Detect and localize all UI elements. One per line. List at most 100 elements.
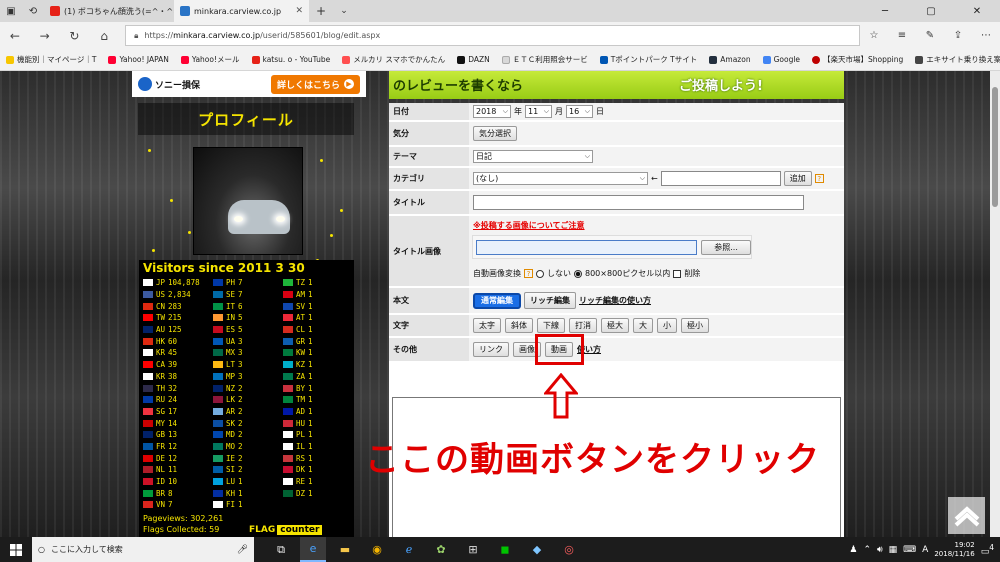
keyboard-icon[interactable]: ⌨ xyxy=(903,545,916,555)
tab-list-chevron-icon[interactable]: ⌄ xyxy=(333,0,355,22)
normal-edit-button[interactable]: 通常編集 xyxy=(473,292,521,309)
title-image-row: タイトル画像 ※投稿する画像についてご注意 参照... 自動画像変換 ? しない… xyxy=(389,216,844,287)
ie-icon[interactable]: ℯ xyxy=(396,537,422,562)
volume-icon[interactable]: 🔊︎ xyxy=(877,545,883,555)
browse-button[interactable]: 参照... xyxy=(701,239,751,255)
add-category-button[interactable]: 追加 xyxy=(783,171,812,186)
home-icon[interactable]: ⌂ xyxy=(89,29,119,43)
tab-youtube[interactable]: (1) ボコちゃん顔洗う(=^・^=)2 ✕ xyxy=(44,0,174,22)
rich-edit-help-link[interactable]: リッチ編集の使い方 xyxy=(579,295,651,306)
favorite-item[interactable]: エキサイト乗り換え案内 xyxy=(915,54,1000,65)
task-view-icon[interactable]: ⧉ xyxy=(268,537,294,562)
font-xlarge-button[interactable]: 極大 xyxy=(601,318,629,333)
visitor-counter[interactable]: Visitors since 2011 3 30 JP 104,878 US 2,83… xyxy=(139,260,354,537)
font-xsmall-button[interactable]: 極小 xyxy=(681,318,709,333)
country-code: AD xyxy=(296,406,306,416)
favorite-item[interactable]: Amazon xyxy=(709,55,751,64)
month-select[interactable]: 11 ⌵ xyxy=(525,105,552,118)
rakuten-icon xyxy=(812,55,821,64)
reading-list-icon[interactable]: ≡ xyxy=(888,30,916,41)
new-tab-button[interactable]: + xyxy=(309,0,333,22)
clock[interactable]: 19:02 2018/11/16 xyxy=(934,541,974,559)
favorite-item[interactable]: Yahoo!メール xyxy=(180,54,240,65)
ime-indicator[interactable]: A xyxy=(922,545,928,555)
close-tab-icon[interactable]: ✕ xyxy=(295,6,303,16)
flag-counter-logo[interactable]: FLAG counter xyxy=(247,523,323,537)
close-window-icon[interactable]: ✕ xyxy=(954,0,1000,22)
help-icon[interactable]: ? xyxy=(524,269,533,278)
page-scrollbar[interactable] xyxy=(990,71,1000,537)
favorite-item[interactable]: ＥＴＣ利用照会サービ xyxy=(501,54,588,65)
sony-ad[interactable]: ソニー損保 詳しくはこちら ▶ xyxy=(132,71,366,97)
italic-button[interactable]: 斜体 xyxy=(505,318,533,333)
refresh-icon[interactable]: ↻ xyxy=(60,29,90,43)
title-input[interactable] xyxy=(473,195,804,210)
category-select[interactable]: (なし) ⌵ xyxy=(473,172,648,185)
edge-icon[interactable]: e xyxy=(300,537,326,562)
more-icon[interactable]: ⋯ xyxy=(972,30,1000,41)
tab-actions-icon[interactable]: ▣ xyxy=(0,0,22,22)
share-icon[interactable]: ⇪ xyxy=(944,30,972,41)
app-icon[interactable]: ◆ xyxy=(524,537,550,562)
link-button[interactable]: リンク xyxy=(473,342,509,357)
chrome-icon[interactable]: ◉ xyxy=(364,537,390,562)
line-icon[interactable]: ◼ xyxy=(492,537,518,562)
radio-none[interactable] xyxy=(536,269,544,278)
underline-button[interactable]: 下線 xyxy=(537,318,565,333)
forward-icon[interactable]: → xyxy=(30,29,60,43)
people-icon[interactable]: ♟ xyxy=(849,545,857,555)
mood-select-button[interactable]: 気分選択 xyxy=(473,126,517,141)
favorite-item[interactable]: DAZN xyxy=(457,55,490,64)
favorite-item[interactable]: 【楽天市場】Shopping xyxy=(812,54,903,65)
favorites-icon[interactable]: ☆ xyxy=(860,30,888,41)
help-icon[interactable]: ? xyxy=(814,174,824,183)
ad-details-button[interactable]: 詳しくはこちら ▶ xyxy=(270,74,360,94)
maximize-icon[interactable]: ▢ xyxy=(908,0,954,22)
radio-800[interactable] xyxy=(574,269,582,278)
favorite-item[interactable]: メルカリ スマホでかんたん xyxy=(342,54,445,65)
network-icon[interactable]: ▦ xyxy=(889,545,898,555)
visitor-row: IE 2 xyxy=(213,452,283,464)
scroll-to-top-button[interactable] xyxy=(948,497,985,534)
app-icon[interactable]: ◎ xyxy=(556,537,582,562)
chevron-up-icon[interactable]: ⌃ xyxy=(863,545,871,555)
country-code: SI xyxy=(226,465,236,475)
minimize-icon[interactable]: ─ xyxy=(862,0,908,22)
visitor-count: 5 xyxy=(238,313,243,323)
scrollbar-thumb[interactable] xyxy=(992,87,998,207)
app-icon[interactable]: ✿ xyxy=(428,537,454,562)
font-small-button[interactable]: 小 xyxy=(657,318,677,333)
year-select[interactable]: 2018 ⌵ xyxy=(473,105,511,118)
new-category-input[interactable] xyxy=(660,171,781,186)
favorite-item[interactable]: Yahoo! JAPAN xyxy=(108,55,169,64)
file-path-input[interactable] xyxy=(476,239,698,255)
country-code: IN xyxy=(226,313,236,323)
favorite-item[interactable]: katsu. o - YouTube xyxy=(251,55,330,64)
day-select[interactable]: 16 ⌵ xyxy=(566,105,593,118)
store-icon[interactable]: ⊞ xyxy=(460,537,486,562)
favorite-item[interactable]: Tポイントパーク Tサイト xyxy=(599,54,697,65)
back-icon[interactable]: ← xyxy=(0,29,30,43)
visitor-row: MD 2 xyxy=(213,429,283,441)
strikethrough-button[interactable]: 打消 xyxy=(569,318,597,333)
rich-edit-button[interactable]: リッチ編集 xyxy=(524,292,576,309)
theme-select[interactable]: 日記 ⌵ xyxy=(473,150,593,163)
favorite-item[interactable]: 機能別｜マイページ｜T xyxy=(6,54,96,65)
yahoo-icon xyxy=(180,55,189,64)
font-large-button[interactable]: 大 xyxy=(633,318,653,333)
bold-button[interactable]: 太字 xyxy=(473,318,501,333)
delete-checkbox[interactable] xyxy=(673,269,682,278)
pen-icon[interactable]: ✎ xyxy=(916,30,944,41)
image-notice-link[interactable]: ※投稿する画像についてご注意 xyxy=(473,220,585,231)
review-banner[interactable]: のレビューを書くなら ご投稿しよう! xyxy=(389,71,844,99)
tab-minkara[interactable]: minkara.carview.co.jp ✕ xyxy=(174,0,309,22)
start-button[interactable] xyxy=(0,543,32,556)
taskbar-search[interactable]: ○ ここに入力して検索 🎤︎ xyxy=(32,537,254,562)
microphone-icon[interactable]: 🎤︎ xyxy=(237,545,248,555)
visitor-count: 3 xyxy=(238,360,243,370)
tab-aside-icon[interactable]: ⟲ xyxy=(22,0,44,22)
notification-icon[interactable]: ▭4 xyxy=(981,543,994,557)
file-explorer-icon[interactable]: ▬ xyxy=(332,537,358,562)
address-bar[interactable]: 🔒︎ https://minkara.carview.co.jp/userid/… xyxy=(125,25,860,46)
favorite-item[interactable]: Google xyxy=(762,55,800,64)
